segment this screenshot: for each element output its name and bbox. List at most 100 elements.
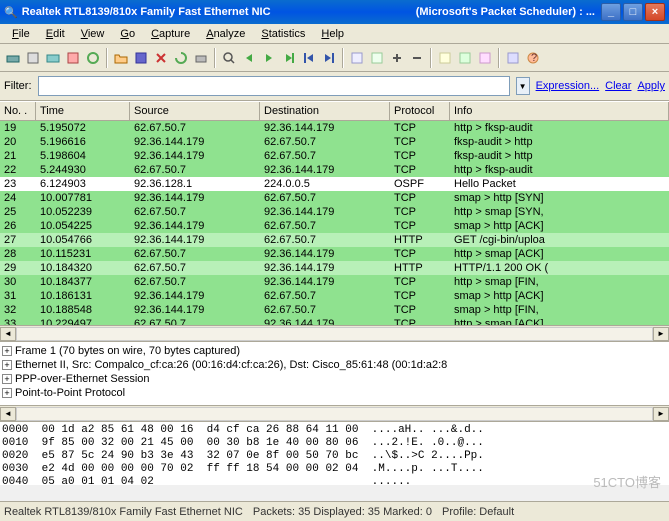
packet-details[interactable]: +Frame 1 (70 bytes on wire, 70 bytes cap…: [0, 341, 669, 405]
table-row[interactable]: 205.19661692.36.144.17962.67.50.7TCPfksp…: [0, 135, 669, 149]
reload-icon[interactable]: [172, 49, 190, 67]
detail-line[interactable]: +PPP-over-Ethernet Session: [2, 372, 667, 386]
filter-bar: Filter: ▼ Expression... Clear Apply: [0, 72, 669, 101]
scroll-left-icon[interactable]: ◄: [0, 327, 16, 341]
menu-analyze[interactable]: Analyze: [198, 26, 253, 42]
table-row[interactable]: 2610.05422592.36.144.17962.67.50.7TCPsma…: [0, 219, 669, 233]
expand-icon[interactable]: +: [2, 360, 12, 370]
scroll-track[interactable]: [16, 407, 653, 421]
interfaces-icon[interactable]: [4, 49, 22, 67]
close-file-icon[interactable]: [152, 49, 170, 67]
col-info[interactable]: Info: [450, 102, 669, 120]
capture-filter-icon[interactable]: [436, 49, 454, 67]
table-row[interactable]: 3010.18437762.67.50.792.36.144.179TCPhtt…: [0, 275, 669, 289]
autoscroll-icon[interactable]: [368, 49, 386, 67]
minimize-button[interactable]: _: [601, 3, 621, 21]
statusbar: Realtek RTL8139/810x Family Fast Etherne…: [0, 501, 669, 521]
table-row[interactable]: 2410.00778192.36.144.17962.67.50.7TCPsma…: [0, 191, 669, 205]
go-forward-icon[interactable]: [260, 49, 278, 67]
table-row[interactable]: 225.24493062.67.50.792.36.144.179TCPhttp…: [0, 163, 669, 177]
scroll-right-icon[interactable]: ►: [653, 407, 669, 421]
detail-line[interactable]: +Frame 1 (70 bytes on wire, 70 bytes cap…: [2, 344, 667, 358]
table-row[interactable]: 2710.05476692.36.144.17962.67.50.7HTTPGE…: [0, 233, 669, 247]
separator: [498, 48, 500, 68]
menu-edit[interactable]: Edit: [38, 26, 73, 42]
packet-list-header: No. . Time Source Destination Protocol I…: [0, 101, 669, 121]
apply-link[interactable]: Apply: [637, 80, 665, 92]
zoom-in-icon[interactable]: [388, 49, 406, 67]
col-destination[interactable]: Destination: [260, 102, 390, 120]
detail-line[interactable]: +Point-to-Point Protocol: [2, 386, 667, 400]
col-protocol[interactable]: Protocol: [390, 102, 450, 120]
stop-capture-icon[interactable]: [64, 49, 82, 67]
status-left: Realtek RTL8139/810x Family Fast Etherne…: [4, 506, 243, 518]
col-time[interactable]: Time: [36, 102, 130, 120]
expand-icon[interactable]: +: [2, 346, 12, 356]
table-row[interactable]: 3110.18613192.36.144.17962.67.50.7TCPsma…: [0, 289, 669, 303]
colorize-icon[interactable]: [348, 49, 366, 67]
separator: [106, 48, 108, 68]
packet-list-hscroll[interactable]: ◄ ►: [0, 325, 669, 341]
find-icon[interactable]: [220, 49, 238, 67]
display-filter-icon[interactable]: [456, 49, 474, 67]
scroll-track[interactable]: [16, 327, 653, 341]
save-icon[interactable]: [132, 49, 150, 67]
title-right: (Microsoft's Packet Scheduler) : ...: [416, 6, 595, 18]
table-row[interactable]: 2510.05223962.67.50.792.36.144.179TCPhtt…: [0, 205, 669, 219]
filter-input[interactable]: [38, 76, 510, 96]
toolbar: ?: [0, 44, 669, 72]
menu-help[interactable]: Help: [313, 26, 352, 42]
menubar: File Edit View Go Capture Analyze Statis…: [0, 24, 669, 44]
col-source[interactable]: Source: [130, 102, 260, 120]
options-icon[interactable]: [24, 49, 42, 67]
svg-text:?: ?: [531, 52, 537, 64]
col-no[interactable]: No. .: [0, 102, 36, 120]
separator: [430, 48, 432, 68]
menu-statistics[interactable]: Statistics: [253, 26, 313, 42]
scroll-right-icon[interactable]: ►: [653, 327, 669, 341]
restart-capture-icon[interactable]: [84, 49, 102, 67]
table-row[interactable]: 2810.11523162.67.50.792.36.144.179TCPhtt…: [0, 247, 669, 261]
close-button[interactable]: ×: [645, 3, 665, 21]
filter-label: Filter:: [4, 80, 32, 92]
table-row[interactable]: 3310.22949762.67.50.792.36.144.179TCPhtt…: [0, 317, 669, 325]
app-icon: 🔍: [4, 6, 18, 19]
titlebar: 🔍 Realtek RTL8139/810x Family Fast Ether…: [0, 0, 669, 24]
status-right: Profile: Default: [442, 506, 514, 518]
packet-bytes[interactable]: 0000 00 1d a2 85 61 48 00 16 d4 cf ca 26…: [0, 421, 669, 485]
details-hscroll[interactable]: ◄ ►: [0, 405, 669, 421]
title-left: Realtek RTL8139/810x Family Fast Etherne…: [18, 6, 416, 18]
menu-view[interactable]: View: [73, 26, 113, 42]
go-back-icon[interactable]: [240, 49, 258, 67]
filter-dropdown[interactable]: ▼: [516, 77, 530, 95]
clear-link[interactable]: Clear: [605, 80, 631, 92]
menu-file[interactable]: File: [4, 26, 38, 42]
coloring-rules-icon[interactable]: [476, 49, 494, 67]
maximize-button[interactable]: □: [623, 3, 643, 21]
watermark: 51CTO博客: [593, 472, 661, 491]
help-icon[interactable]: ?: [524, 49, 542, 67]
menu-capture[interactable]: Capture: [143, 26, 198, 42]
separator: [214, 48, 216, 68]
table-row[interactable]: 236.12490392.36.128.1224.0.0.5OSPFHello …: [0, 177, 669, 191]
start-capture-icon[interactable]: [44, 49, 62, 67]
packet-list[interactable]: 195.19507262.67.50.792.36.144.179TCPhttp…: [0, 121, 669, 325]
table-row[interactable]: 195.19507262.67.50.792.36.144.179TCPhttp…: [0, 121, 669, 135]
go-last-icon[interactable]: [320, 49, 338, 67]
expand-icon[interactable]: +: [2, 388, 12, 398]
table-row[interactable]: 2910.18432062.67.50.792.36.144.179HTTPHT…: [0, 261, 669, 275]
open-icon[interactable]: [112, 49, 130, 67]
menu-go[interactable]: Go: [112, 26, 143, 42]
expression-link[interactable]: Expression...: [536, 80, 600, 92]
detail-line[interactable]: +Ethernet II, Src: Compalco_cf:ca:26 (00…: [2, 358, 667, 372]
prefs-icon[interactable]: [504, 49, 522, 67]
expand-icon[interactable]: +: [2, 374, 12, 384]
print-icon[interactable]: [192, 49, 210, 67]
go-first-icon[interactable]: [300, 49, 318, 67]
scroll-left-icon[interactable]: ◄: [0, 407, 16, 421]
zoom-out-icon[interactable]: [408, 49, 426, 67]
status-mid: Packets: 35 Displayed: 35 Marked: 0: [253, 506, 432, 518]
table-row[interactable]: 3210.18854892.36.144.17962.67.50.7TCPsma…: [0, 303, 669, 317]
table-row[interactable]: 215.19860492.36.144.17962.67.50.7TCPfksp…: [0, 149, 669, 163]
jump-icon[interactable]: [280, 49, 298, 67]
